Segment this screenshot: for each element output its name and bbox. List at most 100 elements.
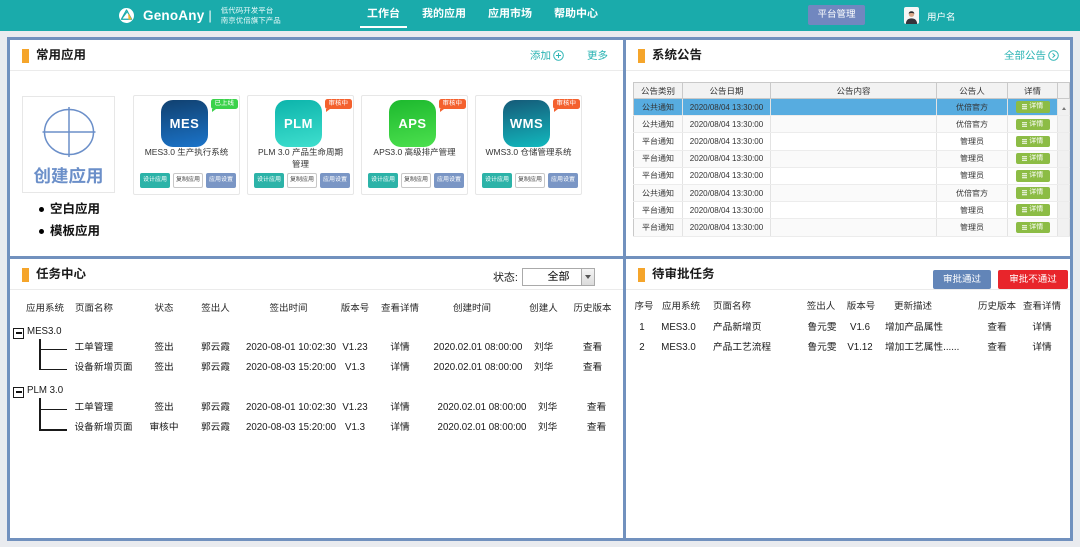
announcement-row[interactable]: 平台通知2020/08/04 13:30:00管理员详情 <box>634 150 1070 167</box>
ann-scrollbar[interactable] <box>1058 133 1070 150</box>
ann-scrollbar[interactable] <box>1058 167 1070 184</box>
design-app-button[interactable]: 设计应用 <box>482 173 512 188</box>
ann-scrollbar[interactable] <box>1058 184 1070 201</box>
announcement-row[interactable]: 平台通知2020/08/04 13:30:00管理员详情 <box>634 167 1070 184</box>
ann-date: 2020/08/04 13:30:00 <box>683 133 771 150</box>
task-page-name: 工单管理 <box>75 342 114 354</box>
status-filter-select[interactable]: 全部 <box>522 268 595 286</box>
copy-app-button[interactable]: 复制应用 <box>287 173 317 188</box>
task-history-link[interactable]: 查看 <box>587 402 606 414</box>
app-settings-button[interactable]: 应用设置 <box>548 173 578 188</box>
tree-collapse-box[interactable] <box>13 328 24 339</box>
task-history-link[interactable]: 查看 <box>587 422 606 434</box>
appr-detail-link[interactable]: 详情 <box>1032 322 1051 334</box>
nav-item-1[interactable]: 工作台 <box>356 0 411 31</box>
ann-detail-button[interactable]: 详情 <box>1016 153 1050 165</box>
task-detail-link[interactable]: 详情 <box>390 342 409 354</box>
reject-button[interactable]: 审批不通过 <box>998 270 1068 289</box>
nav-item-4[interactable]: 帮助中心 <box>543 0 609 31</box>
bullet-dot <box>39 229 44 234</box>
copy-app-button[interactable]: 复制应用 <box>173 173 203 188</box>
tree-collapse-box[interactable] <box>13 387 24 398</box>
add-app-link[interactable]: 添加 <box>530 48 564 63</box>
app-card-wms: WMS审核中WMS3.0 仓储管理系统设计应用复制应用应用设置 <box>475 95 582 195</box>
panel-task-center: 任务中心 状态: 全部 应用系统页面名称状态签出人签出时间版本号查看详情创建时间… <box>7 256 626 541</box>
appr-col-header: 签出人 <box>807 301 836 313</box>
task-history-link[interactable]: 查看 <box>583 362 602 374</box>
ann-type: 平台通知 <box>634 167 683 184</box>
app-icon-mes: MES <box>161 100 208 147</box>
announcement-row[interactable]: 公共通知2020/08/04 13:30:00优倍官方详情 <box>634 184 1070 201</box>
ann-detail-button[interactable]: 详情 <box>1016 170 1050 182</box>
ann-detail-cell: 详情 <box>1008 116 1058 133</box>
ann-detail-button[interactable]: 详情 <box>1016 204 1050 216</box>
nav-item-3[interactable]: 应用市场 <box>477 0 543 31</box>
ann-detail-button[interactable]: 详情 <box>1016 119 1050 131</box>
list-icon <box>1022 156 1028 162</box>
app-card-buttons: 设计应用复制应用应用设置 <box>368 173 464 188</box>
task-version: V1.23 <box>342 402 367 414</box>
app-settings-button[interactable]: 应用设置 <box>206 173 236 188</box>
appr-col-header: 历史版本 <box>978 301 1016 313</box>
task-col-header[interactable]: 查看详情 <box>381 303 419 315</box>
app-name: APS3.0 高级排产管理 <box>370 147 459 159</box>
announcement-row[interactable]: 平台通知2020/08/04 13:30:00管理员详情 <box>634 133 1070 150</box>
nav-item-2[interactable]: 我的应用 <box>411 0 477 31</box>
ann-scrollbar[interactable] <box>1058 99 1070 116</box>
ann-col-header: 公告类别 <box>634 83 683 99</box>
task-user: 郭云霞 <box>201 402 230 414</box>
app-settings-button[interactable]: 应用设置 <box>320 173 350 188</box>
ann-col-header: 公告内容 <box>771 83 937 99</box>
ann-detail-button[interactable]: 详情 <box>1016 187 1050 199</box>
task-detail-link[interactable]: 详情 <box>390 422 409 434</box>
all-announcements-link[interactable]: 全部公告 <box>1004 40 1059 71</box>
create-option-2[interactable]: 模板应用 <box>39 221 100 243</box>
task-history-link[interactable]: 查看 <box>583 342 602 354</box>
task-col-header: 创建时间 <box>453 303 491 315</box>
task-page-name: 设备新增页面 <box>75 362 133 374</box>
copy-app-button[interactable]: 复制应用 <box>401 173 431 188</box>
ann-scrollbar[interactable] <box>1058 202 1070 219</box>
appr-history-link[interactable]: 查看 <box>987 322 1006 334</box>
task-version: V1.23 <box>342 342 367 354</box>
ann-detail-button[interactable]: 详情 <box>1016 101 1050 113</box>
appr-desc: 增加工艺属性...... <box>885 342 959 354</box>
approve-button[interactable]: 审批通过 <box>933 270 991 289</box>
ann-detail-button[interactable]: 详情 <box>1016 222 1050 234</box>
announcement-row[interactable]: 公共通知2020/08/04 13:30:00优倍官方详情 <box>634 99 1070 116</box>
appr-detail-link[interactable]: 详情 <box>1032 342 1051 354</box>
announcement-row[interactable]: 公共通知2020/08/04 13:30:00优倍官方详情 <box>634 116 1070 133</box>
announcements-panel-title: 系统公告 <box>652 40 702 71</box>
task-page-name: 工单管理 <box>75 402 114 414</box>
tree-line <box>39 349 67 351</box>
app-settings-button[interactable]: 应用设置 <box>434 173 464 188</box>
task-detail-link[interactable]: 详情 <box>390 362 409 374</box>
appr-history-link[interactable]: 查看 <box>987 342 1006 354</box>
user-avatar <box>904 7 919 24</box>
design-app-button[interactable]: 设计应用 <box>368 173 398 188</box>
ann-detail-button[interactable]: 详情 <box>1016 136 1050 148</box>
more-apps-link[interactable]: 更多 <box>587 48 608 63</box>
copy-app-button[interactable]: 复制应用 <box>515 173 545 188</box>
announcement-row[interactable]: 平台通知2020/08/04 13:30:00管理员详情 <box>634 219 1070 236</box>
task-created-time: 2020.02.01 08:00:00 <box>438 422 527 434</box>
ann-scrollbar[interactable] <box>1058 150 1070 167</box>
user-box[interactable]: 用户名 <box>904 0 956 31</box>
list-icon <box>1022 122 1028 128</box>
app-name: MES3.0 生产执行系统 <box>142 147 231 159</box>
announcement-row[interactable]: 平台通知2020/08/04 13:30:00管理员详情 <box>634 202 1070 219</box>
design-app-button[interactable]: 设计应用 <box>254 173 284 188</box>
task-creator: 刘华 <box>538 402 557 414</box>
create-app-card[interactable]: 创建应用 <box>22 96 115 193</box>
design-app-button[interactable]: 设计应用 <box>140 173 170 188</box>
ann-scrollbar[interactable] <box>1058 116 1070 133</box>
ann-publisher: 优倍官方 <box>937 99 1008 116</box>
ann-content <box>771 184 937 201</box>
ann-type: 平台通知 <box>634 219 683 236</box>
task-detail-link[interactable]: 详情 <box>390 402 409 414</box>
task-creator: 刘华 <box>534 362 553 374</box>
ann-scrollbar[interactable] <box>1058 219 1070 236</box>
create-option-1[interactable]: 空白应用 <box>39 199 100 221</box>
platform-admin-button[interactable]: 平台管理 <box>808 5 865 25</box>
task-created-time: 2020.02.01 08:00:00 <box>434 342 523 354</box>
